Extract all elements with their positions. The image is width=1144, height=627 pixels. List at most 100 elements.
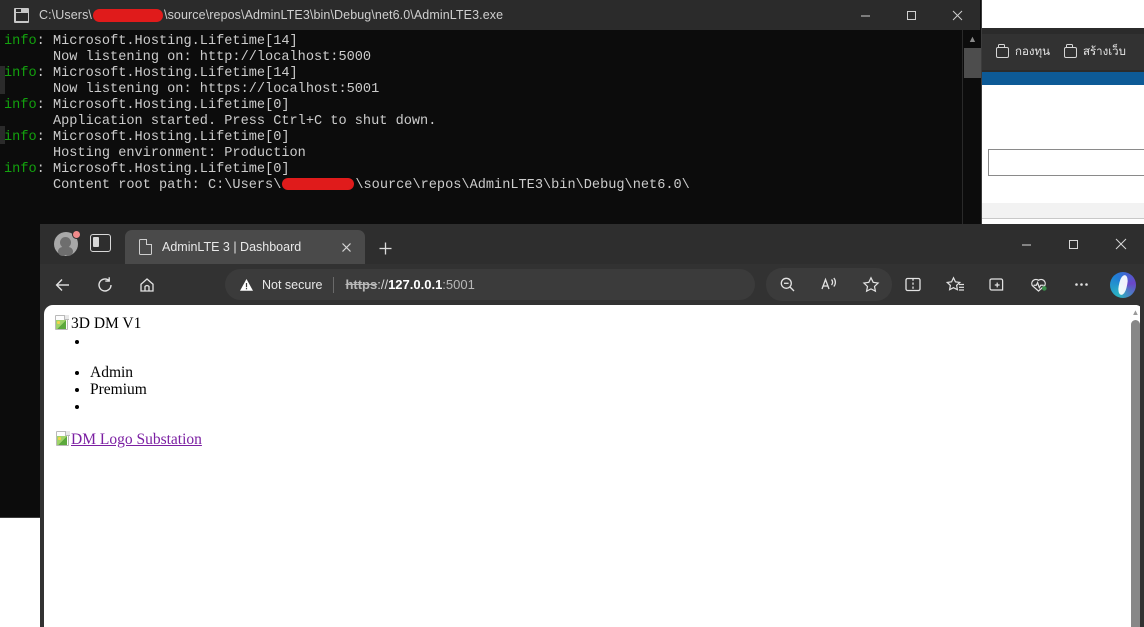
- background-window-divider: [980, 218, 1144, 219]
- browser-tab[interactable]: AdminLTE 3 | Dashboard: [125, 230, 365, 264]
- read-aloud-icon[interactable]: [808, 268, 850, 301]
- background-window-page[interactable]: [980, 85, 1144, 224]
- address-bar[interactable]: Not secure https://127.0.0.1:5001: [225, 269, 755, 300]
- console-line-last: Content root path: C:\Users\ \source\repo…: [4, 178, 963, 194]
- console-last-prefix: Content root path: C:\Users\: [4, 178, 282, 193]
- bookmark-folder-2-label: สร้างเว็บ: [1082, 46, 1126, 58]
- close-icon[interactable]: [934, 0, 980, 30]
- list-item[interactable]: [90, 333, 1144, 350]
- folder-icon: [996, 44, 1009, 58]
- page-viewport[interactable]: 3D DM V1 AdminPremium DM Logo Substation…: [44, 305, 1144, 627]
- console-line: Application started. Press Ctrl+C to shu…: [4, 114, 437, 129]
- address-bar-url[interactable]: https://127.0.0.1:5001: [345, 277, 474, 292]
- maximize-icon[interactable]: [888, 0, 934, 30]
- console-line: Now listening on: http://localhost:5000: [4, 50, 372, 65]
- list-item[interactable]: [90, 398, 1144, 415]
- console-line: info: Microsoft.Hosting.Lifetime[0]: [4, 162, 290, 177]
- list-item[interactable]: Admin: [90, 364, 1144, 381]
- logo-link-alt-text: DM Logo Substation: [71, 431, 202, 448]
- list-item[interactable]: Premium: [90, 381, 1144, 398]
- close-icon[interactable]: [1097, 224, 1144, 264]
- notification-dot: [72, 230, 81, 239]
- bookmark-folder-1[interactable]: กองทุน: [996, 43, 1050, 61]
- close-tab-icon[interactable]: [335, 236, 357, 258]
- browser-toolbar-right[interactable]: [766, 268, 1144, 301]
- console-left-marker-2: [0, 126, 5, 144]
- url-scheme: https: [345, 277, 378, 292]
- console-log-level: info: [4, 98, 37, 113]
- tab-strip[interactable]: AdminLTE 3 | Dashboard: [40, 224, 1144, 264]
- browser-window-controls[interactable]: [1003, 224, 1144, 264]
- page-list-bottom[interactable]: AdminPremium: [54, 364, 1144, 415]
- folder-icon: [1063, 44, 1077, 58]
- console-line: info: Microsoft.Hosting.Lifetime[14]: [4, 34, 298, 49]
- scrollbar-thumb[interactable]: [964, 48, 981, 78]
- page-heading-alt-text: 3D DM V1: [71, 315, 142, 332]
- add-to-collections-icon[interactable]: [976, 268, 1018, 301]
- background-window-text-input[interactable]: [988, 149, 1144, 176]
- bookmark-folder-2[interactable]: สร้างเว็บ: [1063, 43, 1126, 61]
- page-content: 3D DM V1 AdminPremium DM Logo Substation: [44, 305, 1144, 449]
- scroll-up-arrow-icon[interactable]: ▲: [963, 30, 982, 47]
- new-tab-button[interactable]: [372, 236, 398, 260]
- navigation-bar[interactable]: Not secure https://127.0.0.1:5001: [40, 264, 1144, 305]
- back-arrow-icon[interactable]: [44, 269, 82, 301]
- edge-browser-window[interactable]: AdminLTE 3 | Dashboard Not secure https:…: [40, 224, 1144, 627]
- console-title-text: C:\Users\ \source\repos\AdminLTE3\bin\De…: [39, 8, 503, 22]
- console-left-strip: [0, 30, 5, 517]
- console-line: info: Microsoft.Hosting.Lifetime[14]: [4, 66, 298, 81]
- url-host: 127.0.0.1: [388, 277, 443, 292]
- console-title-prefix: C:\Users\: [39, 8, 92, 22]
- home-icon[interactable]: [128, 269, 166, 301]
- console-line: Hosting environment: Production: [4, 146, 306, 161]
- background-bookmarks-bar[interactable]: กองทุน สร้างเว็บ: [978, 34, 1144, 70]
- favorite-star-icon[interactable]: [850, 268, 892, 301]
- browser-right-strip: [1140, 305, 1144, 627]
- console-window-icon: [14, 7, 29, 23]
- console-titlebar[interactable]: C:\Users\ \source\repos\AdminLTE3\bin\De…: [0, 0, 980, 30]
- logo-substation-link[interactable]: DM Logo Substation: [55, 431, 202, 449]
- page-list-top[interactable]: [54, 333, 1144, 350]
- scrollbar-thumb[interactable]: [1131, 320, 1140, 627]
- security-status-label: Not secure: [262, 277, 323, 292]
- console-line: info: Microsoft.Hosting.Lifetime[0]: [4, 130, 290, 145]
- console-line-group: info: Microsoft.Hosting.Lifetime[14] Now…: [4, 34, 963, 178]
- tab-actions-pane-icon[interactable]: [90, 234, 111, 252]
- console-line: info: Microsoft.Hosting.Lifetime[0]: [4, 98, 290, 113]
- background-window-band: [980, 203, 1144, 218]
- copilot-glyph: [1110, 271, 1136, 298]
- copilot-icon[interactable]: [1102, 268, 1144, 301]
- console-last-suffix: \source\repos\AdminLTE3\bin\Debug\net6.0…: [355, 178, 690, 193]
- desktop-background: [0, 518, 40, 627]
- page-favicon: [139, 238, 153, 255]
- background-window-accent-bar: [980, 72, 1144, 85]
- redaction-block: [93, 8, 163, 22]
- browser-essentials-icon[interactable]: [1018, 268, 1060, 301]
- broken-image-icon: [55, 431, 71, 447]
- split-screen-icon[interactable]: [892, 268, 934, 301]
- background-browser-window[interactable]: กองทุน สร้างเว็บ: [978, 28, 1144, 224]
- minimize-icon[interactable]: [1003, 224, 1050, 264]
- maximize-icon[interactable]: [1050, 224, 1097, 264]
- console-log-level: info: [4, 162, 37, 177]
- console-line: Now listening on: https://localhost:5001: [4, 82, 380, 97]
- url-slashes: ://: [377, 277, 389, 292]
- zoom-out-icon[interactable]: [766, 268, 808, 301]
- favorites-list-icon[interactable]: [934, 268, 976, 301]
- refresh-icon[interactable]: [86, 269, 124, 301]
- browser-tab-title: AdminLTE 3 | Dashboard: [162, 240, 302, 254]
- warning-triangle-icon: [239, 278, 254, 291]
- console-title-suffix: \source\repos\AdminLTE3\bin\Debug\net6.0…: [164, 8, 504, 22]
- console-left-marker-1: [0, 66, 5, 94]
- console-log-level: info: [4, 130, 37, 145]
- broken-image-icon: [54, 315, 70, 331]
- console-window-controls[interactable]: [842, 0, 980, 30]
- redaction-block: [282, 178, 355, 191]
- page-heading: 3D DM V1: [54, 315, 1144, 333]
- omnibox-divider: [333, 276, 335, 293]
- bookmark-folder-1-label: กองทุน: [1015, 46, 1050, 58]
- minimize-icon[interactable]: [842, 0, 888, 30]
- console-log-level: info: [4, 66, 37, 81]
- more-options-icon[interactable]: [1060, 268, 1102, 301]
- url-port: :5001: [442, 277, 475, 292]
